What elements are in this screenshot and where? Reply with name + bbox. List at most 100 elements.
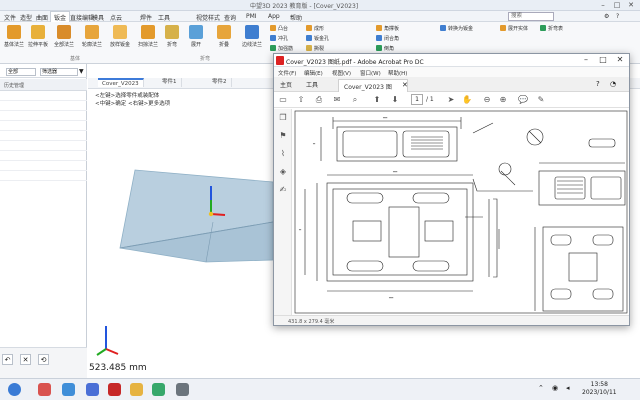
- list-item[interactable]: [0, 142, 87, 151]
- menu-visual-style[interactable]: 视觉样式: [196, 13, 220, 22]
- ribbon-button-unfold[interactable]: 展开: [182, 25, 210, 48]
- volume-icon[interactable]: ◂: [566, 384, 570, 392]
- ribbon-small-gusset[interactable]: 角撑板: [376, 25, 399, 32]
- ribbon-small-form[interactable]: 成形: [306, 25, 324, 32]
- acr-menu-view[interactable]: 视图(V): [332, 69, 351, 77]
- acrobat-close-button[interactable]: ✕: [613, 55, 627, 66]
- menu-weld[interactable]: 焊件: [140, 13, 152, 22]
- ribbon-small-chamfer[interactable]: 倒角: [376, 45, 394, 52]
- signature-icon[interactable]: ✍: [278, 185, 288, 195]
- print-icon[interactable]: ⎙: [314, 95, 324, 105]
- ribbon-small-rip[interactable]: 撕裂: [306, 45, 324, 52]
- clock[interactable]: 13:58 2023/10/11: [582, 381, 617, 397]
- menu-mold[interactable]: 模具: [92, 13, 104, 22]
- powerpoint-icon[interactable]: [38, 383, 51, 396]
- hand-icon[interactable]: ✋: [462, 95, 472, 105]
- acr-menu-edit[interactable]: 编辑(E): [304, 69, 323, 77]
- tray-arrow-icon[interactable]: ⌃: [538, 384, 544, 392]
- list-item[interactable]: [0, 152, 87, 161]
- attachment-icon[interactable]: ⌇: [278, 149, 288, 159]
- ribbon-button-full-flange[interactable]: 全部法兰: [50, 25, 78, 48]
- network-icon[interactable]: ◉: [552, 384, 558, 392]
- wechat-icon[interactable]: [152, 383, 165, 396]
- ribbon-small-hole[interactable]: 钣金孔: [306, 35, 329, 42]
- acr-menu-window[interactable]: 窗口(W): [360, 69, 381, 77]
- acrobat-icon[interactable]: [108, 383, 121, 396]
- refresh-icon[interactable]: ⟲: [38, 354, 49, 365]
- ribbon-small-boss[interactable]: 凸台: [270, 25, 288, 32]
- ribbon-small-flat-solid[interactable]: 展开实体: [500, 25, 528, 32]
- maximize-button[interactable]: □: [610, 0, 624, 11]
- tab-close-icon[interactable]: ✕: [402, 81, 408, 89]
- ribbon-small-bend-table[interactable]: 折弯表: [540, 25, 563, 32]
- zoom-out-icon[interactable]: ⊖: [482, 95, 492, 105]
- zoom-in-icon[interactable]: ⊕: [498, 95, 508, 105]
- start-icon[interactable]: [8, 383, 21, 396]
- bookmark-icon[interactable]: ⚑: [278, 131, 288, 141]
- acr-menu-help[interactable]: 帮助(H): [388, 69, 407, 77]
- cursor-icon[interactable]: ➤: [446, 95, 456, 105]
- tab-tools[interactable]: 工具: [306, 80, 318, 89]
- pages-icon[interactable]: ❐: [278, 113, 288, 123]
- filter-icon[interactable]: ▼: [79, 68, 84, 75]
- settings-icon[interactable]: ⚙: [604, 13, 609, 20]
- acrobat-minimize-button[interactable]: –: [579, 55, 593, 66]
- acr-menu-file[interactable]: 文件(F): [278, 69, 296, 77]
- ribbon-small-convert[interactable]: 转换为钣金: [440, 25, 473, 32]
- filter-input[interactable]: 筛选器: [40, 68, 78, 76]
- settings-icon[interactable]: [176, 383, 189, 396]
- upload-icon[interactable]: ⇧: [296, 95, 306, 105]
- menu-app[interactable]: App: [268, 13, 280, 20]
- save-icon[interactable]: ▭: [278, 95, 288, 105]
- menu-help[interactable]: 帮助: [290, 13, 302, 22]
- folder-icon[interactable]: [130, 383, 143, 396]
- menu-modeling[interactable]: 造型: [20, 13, 32, 22]
- ribbon-button-contour-flange[interactable]: 轮廓法兰: [78, 25, 106, 48]
- list-item[interactable]: [0, 172, 87, 181]
- pdf-drawing-page[interactable]: ━━ ━ ━━ ━ ━━: [293, 109, 629, 315]
- page-number-input[interactable]: 1: [411, 94, 423, 105]
- layers-icon[interactable]: ◈: [278, 167, 288, 177]
- app-icon[interactable]: [62, 383, 75, 396]
- email-icon[interactable]: ✉: [332, 95, 342, 105]
- ribbon-button-fold[interactable]: 折叠: [210, 25, 238, 48]
- close-button[interactable]: ✕: [624, 0, 638, 11]
- menu-surface[interactable]: 曲面: [36, 13, 48, 22]
- list-item[interactable]: [0, 92, 87, 101]
- minimize-button[interactable]: –: [596, 0, 610, 11]
- menu-pmi[interactable]: PMI: [246, 13, 257, 20]
- tab-home[interactable]: 主页: [280, 80, 292, 89]
- menu-query[interactable]: 查询: [224, 13, 236, 22]
- undo-icon[interactable]: ↶: [2, 354, 13, 365]
- menu-tools[interactable]: 工具: [158, 13, 170, 22]
- list-item[interactable]: [0, 102, 87, 111]
- pen-icon[interactable]: ✎: [536, 95, 546, 105]
- menu-file[interactable]: 文件: [4, 13, 16, 22]
- acrobat-maximize-button[interactable]: □: [596, 55, 610, 66]
- ribbon-button-loft[interactable]: 放样钣金: [106, 25, 134, 48]
- list-item[interactable]: [0, 132, 87, 141]
- ribbon-button-edge-flange[interactable]: 边线法兰: [238, 25, 266, 48]
- next-page-icon[interactable]: ⬇: [390, 95, 400, 105]
- menu-direct-edit[interactable]: 直接编辑: [70, 13, 94, 22]
- search-input[interactable]: 搜索: [508, 12, 554, 21]
- tab-document[interactable]: Cover_V2023 图纸...: [338, 79, 408, 100]
- bell-icon[interactable]: ◔: [610, 80, 616, 88]
- zw3d-icon[interactable]: [86, 383, 99, 396]
- list-item[interactable]: [0, 122, 87, 131]
- ribbon-button-extrude-plate[interactable]: 拉伸平板: [24, 25, 52, 48]
- ribbon-small-rib[interactable]: 加强筋: [270, 45, 293, 52]
- search-icon[interactable]: ⌕: [350, 95, 360, 105]
- menu-sheetmetal[interactable]: 钣金: [50, 11, 71, 22]
- ribbon-small-close-corner[interactable]: 闭合角: [376, 35, 399, 42]
- filter-dropdown[interactable]: 全部: [6, 68, 36, 76]
- list-item[interactable]: [0, 112, 87, 121]
- delete-icon[interactable]: ✕: [20, 354, 31, 365]
- ribbon-small-punch[interactable]: 冲孔: [270, 35, 288, 42]
- help-icon[interactable]: ?: [616, 13, 619, 20]
- comment-icon[interactable]: 💬: [518, 95, 528, 105]
- prev-page-icon[interactable]: ⬆: [372, 95, 382, 105]
- help-icon[interactable]: ?: [596, 80, 600, 88]
- menu-pointcloud[interactable]: 点云: [110, 13, 122, 22]
- list-item[interactable]: [0, 162, 87, 171]
